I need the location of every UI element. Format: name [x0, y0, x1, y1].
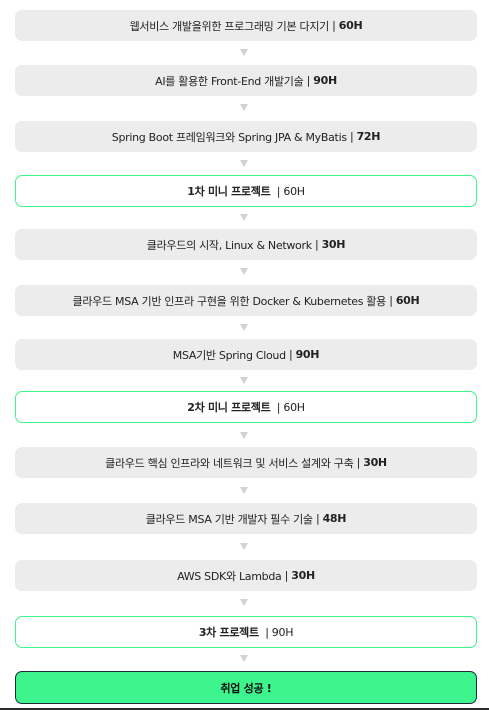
step-name: AI를 활용한 Front-End 개발기술 [155, 74, 304, 88]
step-name: 2차 미니 프로젝트 [187, 401, 271, 414]
flow-arrow-down-icon [240, 324, 248, 331]
step-cloud-linux-network: 클라우드의 시작, Linux & Network | 30H [15, 229, 477, 260]
step-docker-kubernetes: 클라우드 MSA 기반 인프라 구현을 위한 Docker & Kubernet… [15, 285, 477, 316]
step-name: 클라우드 MSA 기반 개발자 필수 기술 [145, 512, 313, 526]
step-hours: 60H [283, 400, 305, 414]
step-spring-cloud: MSA기반 Spring Cloud | 90H [15, 339, 477, 370]
step-separator: | [285, 348, 296, 361]
step-separator: | [258, 625, 272, 639]
step-separator: | [311, 238, 322, 251]
step-hours: 30H [363, 456, 387, 469]
flow-arrow-down-icon [240, 377, 248, 384]
final-employment-success: 취업 성공 ! [15, 671, 477, 704]
flow-arrow-down-icon [240, 268, 248, 275]
step-separator: | [270, 184, 284, 198]
flow-arrow-down-icon [240, 487, 248, 494]
step-hours: 48H [322, 512, 347, 525]
step-hours: 90H [271, 625, 294, 639]
step-name: AWS SDK와 Lambda [177, 569, 282, 583]
step-separator: | [386, 294, 396, 307]
step-separator: | [312, 512, 323, 525]
step-name: 1차 미니 프로젝트 [187, 185, 271, 198]
step-name: 웹서비스 개발을위한 프로그래밍 기본 다지기 [129, 19, 330, 33]
step-name: 3차 프로젝트 [198, 626, 259, 639]
flow-arrow-down-icon [240, 214, 248, 221]
step-hours: 60H [395, 294, 420, 307]
step-hours: 30H [321, 238, 346, 251]
step-hours: 60H [283, 184, 305, 198]
step-hours: 90H [295, 348, 320, 361]
step-mini-project-1: 1차 미니 프로젝트 | 60H [15, 175, 477, 207]
step-separator: | [270, 400, 284, 414]
step-name: 클라우드 MSA 기반 인프라 구현을 위한 Docker & Kubernet… [72, 294, 387, 308]
step-hours: 90H [313, 74, 337, 87]
step-hours: 60H [338, 19, 363, 32]
flow-arrow-down-icon [240, 432, 248, 439]
flow-arrow-down-icon [240, 49, 248, 56]
final-label: 취업 성공 ! [220, 681, 272, 695]
step-cloud-infra-design: 클라우드 핵심 인프라와 네트워크 및 서비스 설계와 구축 | 30H [15, 447, 477, 478]
flow-arrow-down-icon [240, 655, 248, 662]
step-separator: | [303, 74, 314, 87]
step-hours: 30H [291, 569, 315, 582]
step-separator: | [346, 130, 357, 143]
flow-arrow-down-icon [240, 599, 248, 606]
flow-arrow-down-icon [240, 104, 248, 111]
flow-arrow-down-icon [240, 543, 248, 550]
step-name: MSA기반 Spring Cloud [172, 348, 286, 362]
step-hours: 72H [356, 130, 381, 143]
step-name: 클라우드 핵심 인프라와 네트워크 및 서비스 설계와 구축 [105, 456, 354, 470]
step-msa-developer-skills: 클라우드 MSA 기반 개발자 필수 기술 | 48H [15, 503, 477, 534]
step-name: Spring Boot 프레임워크와 Spring JPA & MyBatis [111, 130, 347, 144]
step-aws-sdk-lambda: AWS SDK와 Lambda | 30H [15, 560, 477, 591]
step-separator: | [281, 569, 292, 582]
step-programming-basics: 웹서비스 개발을위한 프로그래밍 기본 다지기 | 60H [15, 10, 477, 41]
step-separator: | [353, 456, 364, 469]
flow-arrow-down-icon [240, 160, 248, 167]
step-frontend-ai: AI를 활용한 Front-End 개발기술 | 90H [15, 65, 477, 96]
step-mini-project-2: 2차 미니 프로젝트 | 60H [15, 391, 477, 423]
step-project-3: 3차 프로젝트 | 90H [15, 616, 477, 648]
step-separator: | [328, 19, 339, 32]
step-name: 클라우드의 시작, Linux & Network [146, 238, 312, 252]
step-spring-boot: Spring Boot 프레임워크와 Spring JPA & MyBatis … [15, 121, 477, 152]
